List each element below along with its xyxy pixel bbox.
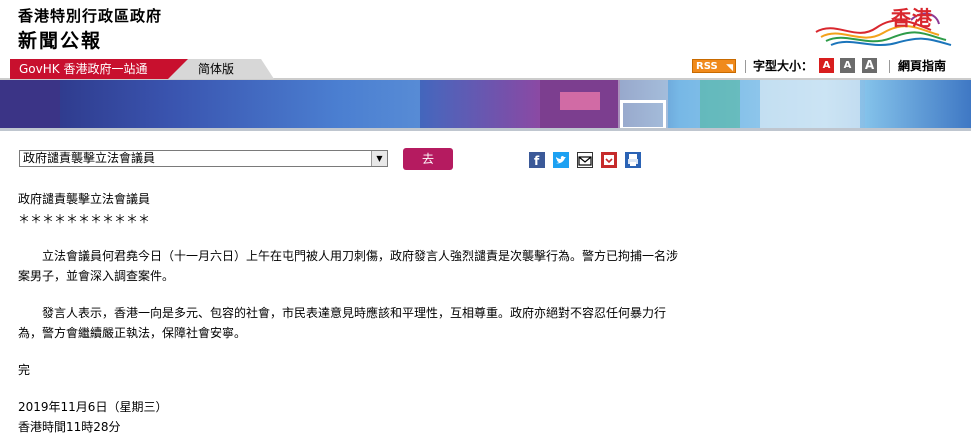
banner-shadow: [0, 128, 971, 131]
download-icon[interactable]: [601, 152, 617, 168]
font-size-small-button[interactable]: A: [819, 58, 834, 73]
article-paragraph: 發言人表示，香港一向是多元、包容的社會，市民表達意見時應該和平理性，互相尊重。政…: [18, 306, 667, 340]
rss-label: RSS: [696, 61, 718, 72]
font-size-label: 字型大小：: [753, 59, 814, 73]
site-guide-link[interactable]: 網頁指南: [898, 58, 946, 74]
font-size-large-button[interactable]: A: [862, 58, 877, 73]
press-release-article: 政府譴責襲擊立法會議員 ＊＊＊＊＊＊＊＊＊＊＊ 立法會議員何君堯今日（十一月六日…: [18, 189, 678, 437]
decorative-banner: [0, 80, 971, 130]
press-release-select[interactable]: 政府譴責襲擊立法會議員 ▼: [19, 150, 388, 167]
article-end-mark: 完: [18, 363, 31, 377]
brand-hong-kong-logo[interactable]: 香港: [811, 0, 961, 52]
release-time: 香港時間11時28分: [18, 420, 121, 434]
page-title: 新聞公報: [18, 30, 103, 52]
article-paragraph: 立法會議員何君堯今日（十一月六日）上午在屯門被人用刀刺傷，政府發言人強烈譴責是次…: [18, 249, 679, 283]
government-name: 香港特別行政區政府: [18, 7, 163, 25]
nav-divider: [745, 60, 746, 73]
rss-feed-icon: ◥: [726, 63, 733, 73]
title-separator: ＊＊＊＊＊＊＊＊＊＊＊: [18, 212, 151, 226]
nav-divider: [889, 60, 890, 73]
dragon-logo-icon: [815, 12, 952, 47]
chevron-down-icon[interactable]: ▼: [371, 151, 387, 166]
top-nav-bar: 简体版 GovHK 香港政府一站通 RSS ◥ 字型大小： A A A 網頁指南: [0, 58, 971, 80]
go-button[interactable]: 去: [403, 148, 453, 170]
release-date: 2019年11月6日（星期三）: [18, 400, 168, 414]
facebook-icon[interactable]: f: [529, 152, 545, 168]
rss-button[interactable]: RSS ◥: [692, 59, 736, 73]
select-value: 政府譴責襲擊立法會議員: [23, 151, 156, 165]
print-icon[interactable]: [625, 152, 641, 168]
email-icon[interactable]: [577, 152, 593, 168]
twitter-icon[interactable]: [553, 152, 569, 168]
brand-text: 香港: [891, 6, 933, 30]
font-size-medium-button[interactable]: A: [840, 58, 855, 73]
svg-text:f: f: [534, 154, 540, 168]
article-title: 政府譴責襲擊立法會議員: [18, 192, 151, 206]
govhk-tab[interactable]: GovHK 香港政府一站通: [10, 59, 168, 79]
page-header: 香港特別行政區政府 新聞公報 香港: [0, 0, 971, 58]
govhk-tab-arrow: [168, 59, 188, 79]
